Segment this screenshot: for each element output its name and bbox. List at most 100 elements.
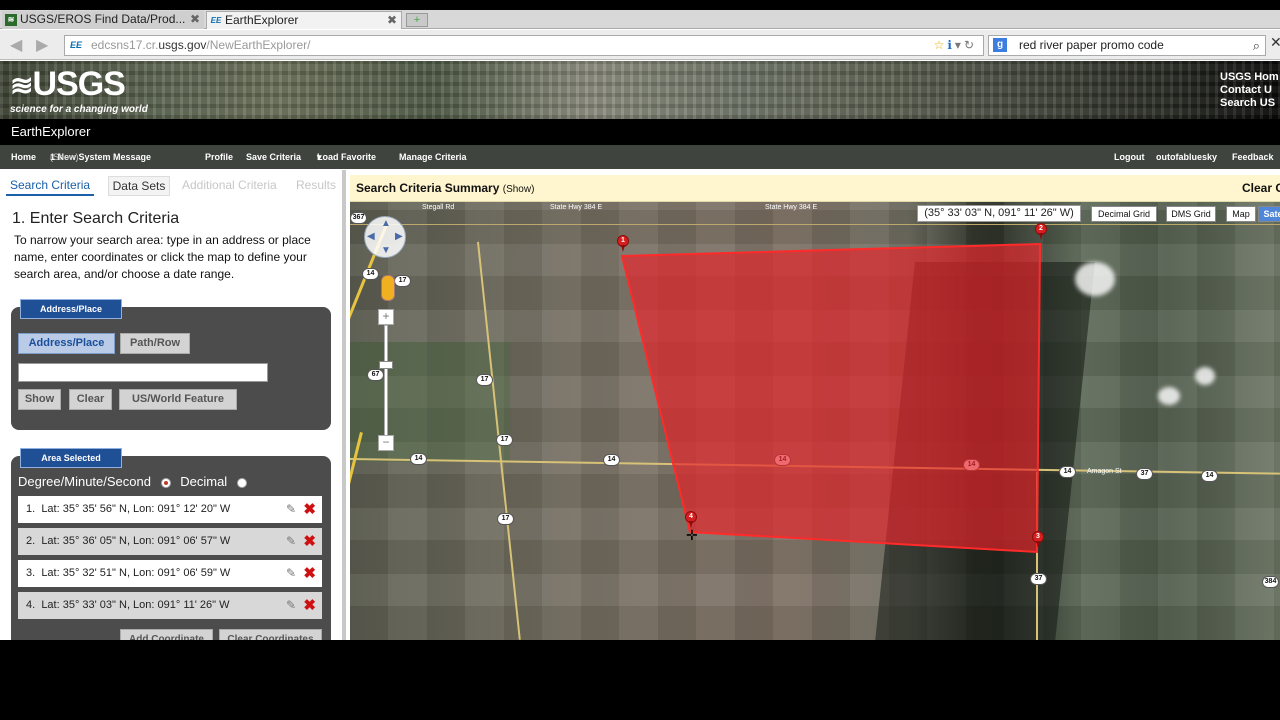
header-link-contact[interactable]: Contact U: [1220, 84, 1280, 97]
clear-button[interactable]: Clear: [69, 389, 112, 410]
coordinate-text: Lat: 35° 36' 05" N, Lon: 091° 06' 57" W: [41, 535, 231, 547]
menu-username[interactable]: outofabluesky: [1156, 145, 1217, 169]
format-dms-radio[interactable]: [160, 477, 171, 488]
summary-show-link[interactable]: (Show): [503, 184, 535, 195]
address-input[interactable]: [18, 363, 268, 382]
menu-bar: Home 1 New System Message (Show) Profile…: [0, 145, 1280, 169]
coordinate-text: Lat: 35° 35' 56" N, Lon: 091° 12' 20" W: [41, 503, 231, 515]
area-selected-polygon[interactable]: [350, 202, 1280, 640]
marker-1[interactable]: 1: [617, 235, 629, 252]
url-path: /NewEarthExplorer/: [206, 38, 311, 52]
app-title: EarthExplorer: [11, 124, 91, 139]
header-link-search[interactable]: Search US: [1220, 97, 1280, 110]
web-search-value: red river paper promo code: [1019, 38, 1164, 52]
header-link-home[interactable]: USGS Hom: [1220, 71, 1280, 84]
marker-3[interactable]: 3: [1032, 531, 1044, 548]
tab-label: USGS/EROS Find Data/Prod...: [20, 12, 186, 26]
tab-additional-criteria[interactable]: Additional Criteria: [182, 176, 277, 194]
coordinate-text: Lat: 35° 33' 03" N, Lon: 091° 11' 26" W: [41, 599, 230, 611]
system-message-show[interactable]: (Show): [50, 145, 79, 169]
street-view-pegman-icon[interactable]: [381, 275, 395, 301]
show-button[interactable]: Show: [18, 389, 61, 410]
zoom-slider-track[interactable]: [384, 325, 388, 443]
edit-icon[interactable]: ✎: [286, 496, 296, 523]
pan-left-icon[interactable]: ◀: [367, 231, 375, 242]
web-search-box[interactable]: g red river paper promo code ⌕: [988, 35, 1266, 56]
marker-2[interactable]: 2: [1035, 223, 1047, 240]
pan-control[interactable]: ▲ ◀ ▶ ▼: [364, 216, 406, 258]
map-canvas[interactable]: Stegall Rd State Hwy 384 E State Hwy 384…: [350, 202, 1280, 640]
decimal-grid-button[interactable]: Decimal Grid: [1091, 206, 1157, 222]
format-decimal-label: Decimal: [180, 474, 228, 489]
edit-icon[interactable]: ✎: [286, 560, 296, 587]
address-place-tab[interactable]: Address/Place: [18, 333, 115, 354]
delete-icon[interactable]: ✖: [303, 592, 316, 619]
delete-icon[interactable]: ✖: [303, 528, 316, 555]
format-dms-label: Degree/Minute/Second: [18, 474, 151, 489]
close-window-icon[interactable]: ✕: [1270, 34, 1280, 51]
usgs-banner: ≋USGS science for a changing world USGS …: [0, 61, 1280, 119]
search-engine-icon[interactable]: g: [993, 38, 1007, 52]
menu-manage-criteria[interactable]: Manage Criteria: [399, 145, 467, 169]
edit-icon[interactable]: ✎: [286, 592, 296, 619]
forward-arrow-icon[interactable]: ▶: [36, 35, 48, 55]
edit-icon[interactable]: ✎: [286, 528, 296, 555]
pan-up-icon[interactable]: ▲: [381, 218, 391, 229]
zoom-in-button[interactable]: +: [378, 309, 394, 325]
banner-aerial-photo: [0, 61, 1280, 119]
usgs-logo[interactable]: ≋USGS science for a changing world: [10, 66, 150, 116]
tab-usgs-eros[interactable]: ≋ USGS/EROS Find Data/Prod... ✖: [2, 11, 204, 29]
delete-icon[interactable]: ✖: [303, 496, 316, 523]
app-title-bar: EarthExplorer: [0, 119, 1280, 145]
back-arrow-icon[interactable]: ◀: [10, 35, 22, 55]
usgs-wave-icon: ≋: [10, 70, 33, 101]
close-tab-icon[interactable]: ✖: [190, 11, 200, 28]
menu-logout[interactable]: Logout: [1114, 145, 1145, 169]
coordinate-format: Degree/Minute/Second Decimal: [18, 474, 253, 489]
search-panel: Search Criteria Data Sets Additional Cri…: [0, 170, 346, 640]
delete-icon[interactable]: ✖: [303, 560, 316, 587]
summary-title: Search Criteria Summary: [356, 181, 500, 195]
format-decimal-radio[interactable]: [236, 477, 247, 488]
info-icon[interactable]: ℹ: [947, 38, 955, 52]
zoom-out-button[interactable]: −: [378, 435, 394, 451]
us-world-feature-button[interactable]: US/World Feature: [119, 389, 237, 410]
map-type-map-button[interactable]: Map: [1226, 206, 1256, 222]
coordinate-row: 1. Lat: 35° 35' 56" N, Lon: 091° 12' 20"…: [18, 496, 322, 523]
clear-coordinates-button[interactable]: Clear Coordinates: [219, 629, 322, 640]
marker-tip: [621, 245, 625, 252]
search-icon[interactable]: ⌕: [1253, 36, 1260, 55]
marker-4[interactable]: 4: [685, 511, 697, 528]
coordinate-text: Lat: 35° 32' 51" N, Lon: 091° 06' 59" W: [41, 567, 231, 579]
menu-save-criteria[interactable]: Save Criteria: [246, 145, 301, 169]
coordinate-index: 1.: [26, 503, 36, 515]
zoom-slider-handle[interactable]: [379, 361, 393, 369]
menu-feedback[interactable]: Feedback: [1232, 145, 1274, 169]
add-coordinate-button[interactable]: Add Coordinate: [120, 629, 213, 640]
url-bar[interactable]: EE edcsns17.cr.usgs.gov/NewEarthExplorer…: [64, 35, 984, 56]
tab-earthexplorer[interactable]: EE EarthExplorer ✖: [206, 11, 402, 29]
star-icon[interactable]: ☆: [934, 38, 948, 52]
clear-criteria-button[interactable]: Clear Crit: [1242, 175, 1280, 202]
tab-data-sets[interactable]: Data Sets: [108, 176, 170, 196]
path-row-tab[interactable]: Path/Row: [120, 333, 190, 354]
tab-search-criteria[interactable]: Search Criteria: [6, 176, 95, 196]
header-links: USGS Hom Contact U Search US: [1220, 71, 1280, 110]
menu-load-favorite[interactable]: Load Favorite ▾: [317, 145, 376, 169]
dms-grid-button[interactable]: DMS Grid: [1166, 206, 1216, 222]
box-title: Address/Place: [20, 299, 122, 319]
menu-profile[interactable]: Profile: [205, 145, 233, 169]
map-type-satellite-button[interactable]: Sate: [1258, 206, 1280, 222]
pan-down-icon[interactable]: ▼: [381, 245, 391, 256]
menu-home[interactable]: Home: [11, 145, 36, 169]
new-tab-button[interactable]: +: [406, 13, 428, 27]
chevron-down-icon[interactable]: ▾: [955, 38, 964, 52]
pan-right-icon[interactable]: ▶: [395, 231, 403, 242]
ee-icon: EE: [70, 40, 83, 50]
load-favorite-label: Load Favorite: [317, 152, 377, 162]
browser-tab-bar: ≋ USGS/EROS Find Data/Prod... ✖ EE Earth…: [0, 10, 1280, 29]
reload-icon[interactable]: ↻: [964, 38, 977, 52]
close-tab-icon[interactable]: ✖: [387, 12, 397, 29]
area-selected-box: Area Selected Degree/Minute/Second Decim…: [11, 448, 331, 640]
tab-results[interactable]: Results: [296, 176, 336, 194]
